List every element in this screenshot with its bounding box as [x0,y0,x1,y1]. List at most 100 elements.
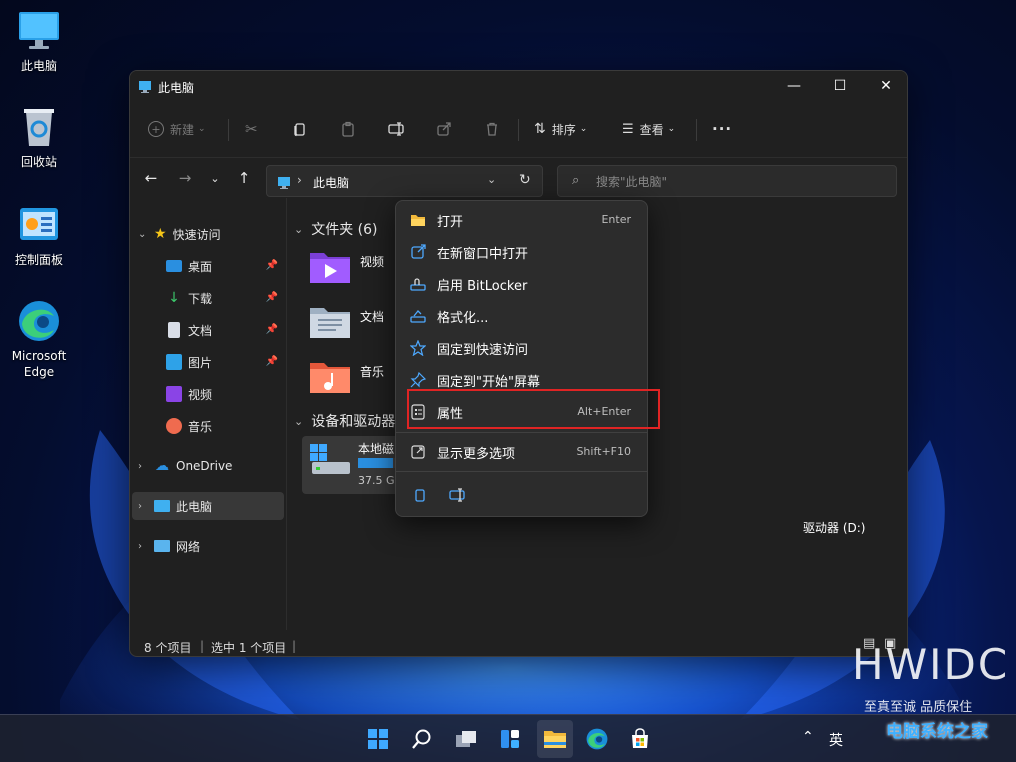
cut-button[interactable]: ✂ [245,117,258,141]
sidebar-item-music[interactable]: 音乐 [166,413,284,439]
chevron-right-icon[interactable]: › [138,501,154,512]
annotation-highlight-box [407,389,660,429]
pin-icon[interactable]: 📌 [266,356,278,367]
recent-locations-button[interactable]: ⌄ [204,168,226,188]
view-button[interactable]: ☰ 查看 ⌄ [622,117,675,141]
input-method-indicator[interactable]: 英 [829,730,843,750]
sidebar-item-documents[interactable]: 文档 📌 [166,317,284,343]
up-button[interactable]: ↑ [233,168,255,188]
sidebar-item-downloads[interactable]: ↓ 下载 📌 [166,285,284,311]
desktop-icon-control-panel[interactable]: 控制面板 [3,202,75,268]
status-bar: 8 个项目 | 选中 1 个项目 | ▤ ▣ [130,632,907,656]
share-button[interactable] [436,117,452,141]
close-icon: ✕ [880,78,892,94]
maximize-button[interactable]: ☐ [817,71,863,101]
delete-button[interactable] [484,117,500,141]
menu-item-bitlocker[interactable]: 启用 BitLocker [400,269,643,299]
sort-icon: ⇅ [534,121,546,137]
folders-section-header[interactable]: ⌄ 文件夹 (6) [294,219,378,239]
sidebar-item-label: 下载 [188,291,213,306]
breadcrumb[interactable]: 此电脑 [313,174,349,191]
chevron-down-icon: ⌄ [294,222,304,236]
dvd-drive-label[interactable]: 驱动器 (D:) [803,519,865,536]
menu-item-open[interactable]: 打开 Enter [400,205,643,235]
devices-section-header[interactable]: ⌄ 设备和驱动器 [294,411,395,431]
start-button[interactable] [362,723,394,755]
folder-item-music[interactable]: 音乐 [308,359,384,395]
refresh-icon[interactable]: ↻ [519,172,531,188]
edge-taskbar-button[interactable] [581,723,613,755]
control-panel-icon [16,202,62,248]
menu-item-open-new-window[interactable]: 在新窗口中打开 [400,237,643,267]
more-options-button[interactable]: ··· [712,117,732,141]
desktop-icon-this-pc[interactable]: 此电脑 [3,8,75,74]
chevron-down-icon: ⌄ [667,124,676,134]
watermark-slogan: 至真至诚 品质保住 [864,700,973,715]
recycle-bin-icon [16,104,62,150]
pin-icon[interactable]: 📌 [266,260,278,271]
sidebar-item-onedrive[interactable]: › ☁ OneDrive [138,453,283,479]
desktop-icon-label: 此电脑 [20,59,57,73]
sidebar-item-this-pc[interactable]: › 此电脑 [138,493,283,519]
sidebar-item-quick-access[interactable]: ⌄ ★ 快速访问 [138,221,283,247]
back-button[interactable]: ← [140,168,162,188]
document-icon [168,322,180,338]
show-more-icon [411,445,425,459]
sidebar-item-desktop[interactable]: 桌面 📌 [166,253,284,279]
pin-icon[interactable]: 📌 [266,292,278,303]
close-button[interactable]: ✕ [863,71,907,101]
sidebar-item-pictures[interactable]: 图片 📌 [166,349,284,375]
store-taskbar-button[interactable] [624,723,656,755]
file-explorer-taskbar-button[interactable] [537,720,573,758]
task-view-button[interactable] [450,723,482,755]
menu-copy-button[interactable] [408,483,432,507]
open-new-window-icon [411,244,426,259]
trash-icon [487,122,497,136]
selection-count: 选中 1 个项目 [211,641,287,655]
search-input[interactable] [596,173,876,191]
sidebar-item-network[interactable]: › 网络 [138,533,283,559]
new-button-label: 新建 [170,122,195,137]
pin-icon[interactable]: 📌 [266,324,278,335]
paste-button[interactable] [340,117,356,141]
chevron-down-icon[interactable]: ⌄ [487,173,496,186]
menu-item-label: 格式化... [437,311,489,326]
copy-button[interactable] [292,117,308,141]
widgets-icon [501,730,519,748]
rename-button[interactable] [388,117,406,141]
menu-item-format[interactable]: 格式化... [400,301,643,331]
menu-item-show-more-options[interactable]: 显示更多选项 Shift+F10 [400,437,643,467]
rename-icon [388,122,404,136]
minimize-button[interactable]: — [771,71,817,101]
new-button[interactable]: + 新建 ⌄ [148,117,206,141]
store-icon [632,728,648,748]
desktop-icon-edge[interactable]: Microsoft Edge [3,298,75,380]
sort-button[interactable]: ⇅ 排序 ⌄ [534,117,587,141]
chevron-right-icon[interactable]: › [138,461,154,472]
chevron-down-icon[interactable]: ⌄ [138,229,154,240]
sidebar-item-label: 快速访问 [172,227,221,242]
folder-item-documents[interactable]: 文档 [308,304,384,340]
drive-usage-fill [358,458,393,468]
menu-rename-button[interactable] [446,483,470,507]
search-icon: ⌕ [572,173,580,188]
monitor-icon [16,8,62,54]
chevron-right-icon[interactable]: › [138,541,154,552]
search-box[interactable]: ⌕ [557,165,897,197]
tray-overflow-icon[interactable]: ⌃ [802,729,814,745]
star-icon: ★ [154,226,167,242]
widgets-button[interactable] [494,723,526,755]
menu-item-shortcut: Shift+F10 [576,445,631,458]
folder-item-videos[interactable]: 视频 [308,249,384,285]
menu-item-pin-quick-access[interactable]: 固定到快速访问 [400,333,643,363]
desktop-icon-recycle-bin[interactable]: 回收站 [3,104,75,170]
forward-button[interactable]: → [174,168,196,188]
this-pc-icon [154,500,170,512]
title-bar[interactable]: 此电脑 — ☐ ✕ [130,71,907,101]
search-taskbar-button[interactable] [406,723,438,755]
search-icon [412,729,431,749]
copy-icon [415,489,425,502]
address-bar[interactable]: › 此电脑 ⌄ ↻ [266,165,543,197]
menu-item-label: 固定到"开始"屏幕 [437,375,540,390]
sidebar-item-videos[interactable]: 视频 [166,381,284,407]
